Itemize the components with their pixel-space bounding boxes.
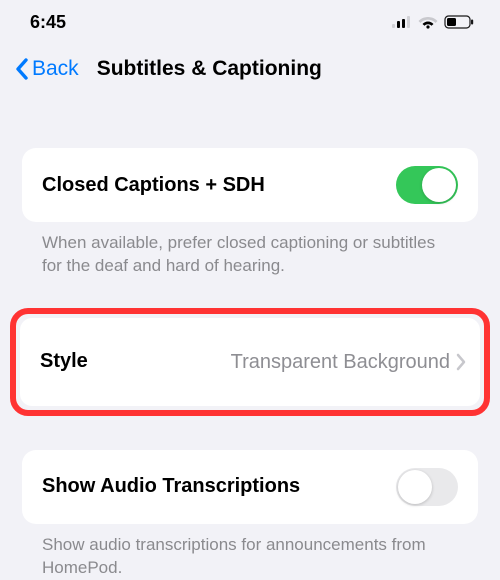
audio-transcriptions-toggle[interactable] <box>396 468 458 506</box>
closed-captions-row[interactable]: Closed Captions + SDH <box>22 148 478 222</box>
cellular-signal-icon <box>392 16 412 28</box>
wifi-icon <box>418 15 438 29</box>
audio-transcriptions-row[interactable]: Show Audio Transcriptions <box>22 450 478 524</box>
status-time: 6:45 <box>30 12 66 33</box>
audio-transcriptions-footer: Show audio transcriptions for announceme… <box>22 524 478 580</box>
page-title: Subtitles & Captioning <box>97 57 322 81</box>
style-value: Transparent Background <box>231 350 450 374</box>
status-bar: 6:45 <box>0 0 500 44</box>
back-label: Back <box>32 57 79 81</box>
highlight-annotation: Style Transparent Background <box>10 308 490 416</box>
style-row[interactable]: Style Transparent Background <box>20 318 480 406</box>
battery-icon <box>444 15 474 29</box>
chevron-right-icon <box>456 353 466 371</box>
style-label: Style <box>40 350 88 373</box>
closed-captions-toggle[interactable] <box>396 166 458 204</box>
nav-bar: Back Subtitles & Captioning <box>0 44 500 94</box>
audio-transcriptions-label: Show Audio Transcriptions <box>42 475 300 498</box>
status-indicators <box>392 15 474 29</box>
toggle-knob <box>398 470 432 504</box>
closed-captions-label: Closed Captions + SDH <box>42 174 265 197</box>
chevron-left-icon <box>14 57 30 81</box>
toggle-knob <box>422 168 456 202</box>
back-button[interactable]: Back <box>14 57 79 81</box>
closed-captions-footer: When available, prefer closed captioning… <box>22 222 478 278</box>
